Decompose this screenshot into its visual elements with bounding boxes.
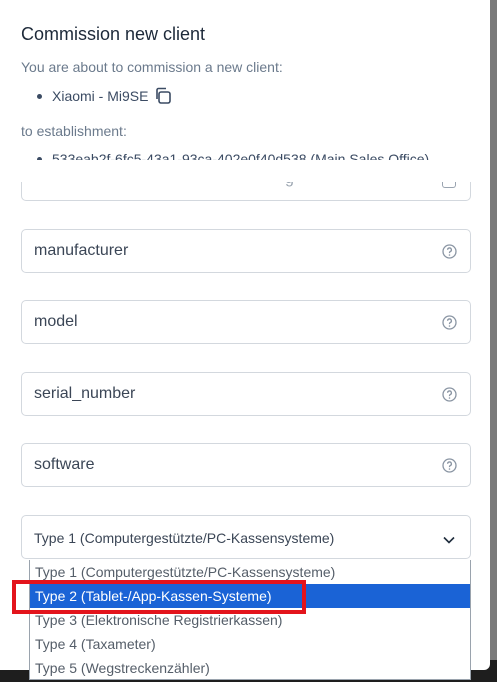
type-option[interactable]: Type 5 (Wegstreckenzähler) <box>30 656 470 680</box>
device-name: Xiaomi - Mi9SE <box>52 88 149 104</box>
copy-icon[interactable] <box>154 87 173 105</box>
help-icon[interactable] <box>442 387 457 402</box>
device-item: Xiaomi - Mi9SE <box>37 87 173 105</box>
manufacturer-label: manufacturer <box>34 242 129 259</box>
software-field[interactable]: software <box>21 443 471 487</box>
serial-number-label: serial_number <box>34 385 136 402</box>
scroll-overlap <box>0 160 490 182</box>
annotation-highlight-box <box>12 580 306 614</box>
type-option[interactable]: Type 4 (Taxameter) <box>30 632 470 656</box>
chevron-down-icon <box>443 532 455 544</box>
help-icon[interactable] <box>442 458 457 473</box>
model-label: model <box>34 313 78 330</box>
help-icon[interactable] <box>442 315 457 330</box>
type-dropdown-list: Type 1 (Computergestützte/PC-Kassensyste… <box>29 560 471 680</box>
manufacturer-field[interactable]: manufacturer <box>21 229 471 273</box>
modal-backdrop <box>490 0 497 682</box>
software-label: software <box>34 456 95 473</box>
dialog-intro: You are about to commission a new client… <box>21 59 283 75</box>
type-select-value: Type 1 (Computergestützte/PC-Kassensyste… <box>34 530 335 546</box>
establishment-label: to establishment: <box>21 123 127 139</box>
dialog-title: Commission new client <box>21 24 206 44</box>
bullet <box>37 93 42 99</box>
serial-number-field[interactable]: serial_number <box>21 372 471 416</box>
help-icon[interactable] <box>442 244 457 259</box>
model-field[interactable]: model <box>21 300 471 344</box>
commission-dialog: Commission new client You are about to c… <box>0 0 490 680</box>
type-select[interactable]: Type 1 (Computergestützte/PC-Kassensyste… <box>21 515 471 559</box>
